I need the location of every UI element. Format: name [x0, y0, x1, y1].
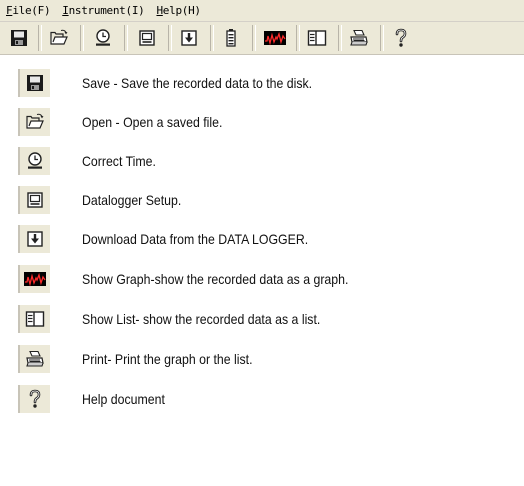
- help-icon: [393, 28, 409, 48]
- save-icon: [26, 74, 44, 92]
- legend-icon-box: [18, 108, 50, 136]
- legend-icon-box: [18, 265, 50, 293]
- legend-icon-box: [18, 69, 50, 97]
- legend-item-open: Open - Open a saved file.: [0, 106, 524, 140]
- legend-text: Download Data from the DATA LOGGER.: [82, 231, 309, 247]
- legend-icon-box: [18, 225, 50, 253]
- legend-item-print: Print- Print the graph or the list.: [0, 343, 524, 377]
- legend-text: Print- Print the graph or the list.: [82, 351, 253, 367]
- legend-item-setup: Datalogger Setup.: [0, 184, 524, 218]
- legend-text: Show List- show the recorded data as a l…: [82, 311, 321, 327]
- menu-instrument-label: nstrument(I): [68, 4, 145, 17]
- help-icon: [27, 389, 43, 409]
- printer-icon: [349, 29, 369, 47]
- legend-text: Open - Open a saved file.: [82, 114, 223, 130]
- toolbar: [0, 22, 524, 55]
- legend-icon-box: [18, 385, 50, 413]
- legend-item-correct-time: Correct Time.: [0, 145, 524, 179]
- list-icon: [307, 29, 327, 47]
- toolbar-separator: [252, 25, 256, 51]
- battery-icon: [222, 28, 240, 48]
- toolbar-help-button[interactable]: [388, 25, 414, 51]
- legend-text: Correct Time.: [82, 153, 156, 169]
- graph-icon: [24, 271, 46, 287]
- setup-icon: [138, 29, 156, 47]
- legend-item-save: Save - Save the recorded data to the dis…: [0, 67, 524, 101]
- setup-icon: [26, 191, 44, 209]
- menu-help[interactable]: Help(H): [150, 4, 206, 17]
- legend-text: Help document: [82, 391, 165, 407]
- legend-icon-box: [18, 147, 50, 175]
- legend-text: Datalogger Setup.: [82, 192, 182, 208]
- menu-instrument[interactable]: Instrument(I): [56, 4, 150, 17]
- legend-icon-box: [18, 305, 50, 333]
- download-icon: [26, 230, 44, 248]
- toolbar-separator: [296, 25, 300, 51]
- menu-file-label: ile(F): [12, 4, 51, 17]
- toolbar-separator: [210, 25, 214, 51]
- toolbar-separator: [168, 25, 172, 51]
- printer-icon: [25, 350, 45, 368]
- graph-icon: [264, 30, 286, 46]
- toolbar-battery-button[interactable]: [218, 25, 244, 51]
- menu-help-label: elp(H): [162, 4, 201, 17]
- legend-text: Save - Save the recorded data to the dis…: [82, 75, 313, 91]
- toolbar-separator: [38, 25, 42, 51]
- toolbar-open-button[interactable]: [46, 25, 72, 51]
- menu-file[interactable]: File(F): [0, 4, 56, 17]
- list-icon: [25, 310, 45, 328]
- legend-text: Show Graph-show the recorded data as a g…: [82, 271, 349, 287]
- toolbar-download-button[interactable]: [176, 25, 202, 51]
- legend-item-help: Help document: [0, 383, 524, 417]
- toolbar-graph-button[interactable]: [262, 25, 288, 51]
- menu-bar: File(F) Instrument(I) Help(H): [0, 0, 524, 22]
- open-folder-icon: [49, 29, 69, 47]
- clock-icon: [26, 152, 44, 170]
- toolbar-save-button[interactable]: [6, 25, 32, 51]
- legend-item-list: Show List- show the recorded data as a l…: [0, 303, 524, 337]
- toolbar-separator: [380, 25, 384, 51]
- open-folder-icon: [25, 113, 45, 131]
- toolbar-correct-time-button[interactable]: [90, 25, 116, 51]
- legend-item-download: Download Data from the DATA LOGGER.: [0, 223, 524, 257]
- toolbar-print-button[interactable]: [346, 25, 372, 51]
- save-icon: [10, 29, 28, 47]
- download-icon: [180, 29, 198, 47]
- toolbar-separator: [124, 25, 128, 51]
- toolbar-list-button[interactable]: [304, 25, 330, 51]
- toolbar-setup-button[interactable]: [134, 25, 160, 51]
- toolbar-separator: [338, 25, 342, 51]
- toolbar-separator: [80, 25, 84, 51]
- legend-icon-box: [18, 186, 50, 214]
- legend-icon-box: [18, 345, 50, 373]
- clock-icon: [94, 29, 112, 47]
- legend-item-graph: Show Graph-show the recorded data as a g…: [0, 263, 524, 297]
